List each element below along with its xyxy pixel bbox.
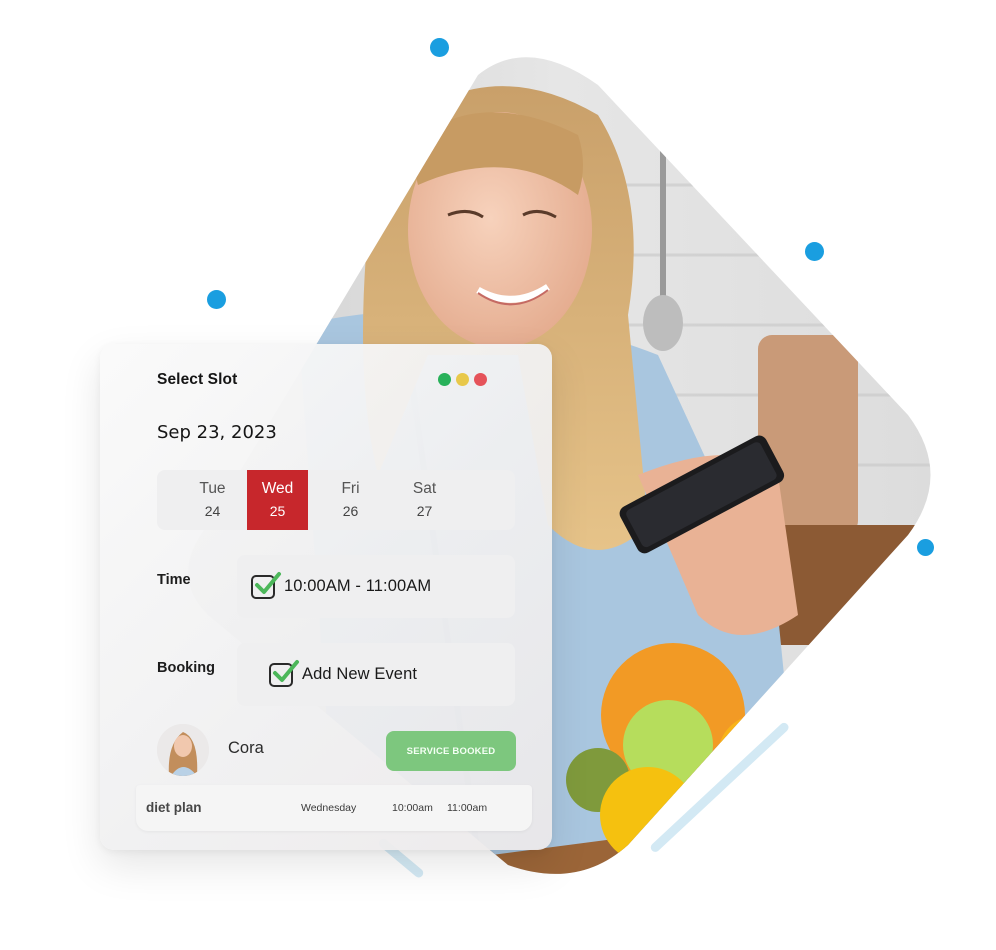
card-title: Select Slot	[157, 371, 238, 388]
booking-value: Add New Event	[302, 665, 418, 683]
user-avatar	[157, 724, 209, 776]
window-controls	[438, 373, 487, 386]
service-booked-button[interactable]: SERVICE BOOKED	[386, 731, 516, 771]
window-dot-red[interactable]	[474, 373, 487, 386]
day-number: 26	[342, 503, 359, 519]
day-option-fri[interactable]: Fri 26	[320, 470, 381, 530]
window-dot-yellow[interactable]	[456, 373, 469, 386]
time-checkbox[interactable]	[251, 571, 281, 599]
checkmark-icon	[273, 659, 299, 682]
day-picker: Tue 24 Wed 25 Fri 26 Sat 27	[157, 470, 515, 530]
plan-start-time: 10:00am	[392, 802, 433, 814]
plan-day: Wednesday	[301, 802, 357, 814]
day-name: Tue	[199, 480, 226, 497]
user-name: Cora	[228, 739, 264, 757]
day-name: Fri	[341, 480, 360, 497]
booking-checkbox[interactable]	[269, 659, 299, 687]
hero-illustration: Select Slot Sep 23, 2023 Tue 24 Wed 25 F…	[0, 0, 996, 950]
booking-label: Booking	[157, 660, 215, 676]
day-number: 27	[416, 503, 433, 519]
day-option-tue[interactable]: Tue 24	[182, 470, 243, 530]
time-field[interactable]: 10:00AM - 11:00AM	[237, 555, 515, 618]
day-option-sat[interactable]: Sat 27	[394, 470, 455, 530]
day-option-wed[interactable]: Wed 25	[247, 470, 308, 530]
day-name: Wed	[261, 480, 294, 497]
window-dot-green[interactable]	[438, 373, 451, 386]
day-number: 24	[204, 503, 221, 519]
plan-row[interactable]: diet plan Wednesday 10:00am 11:00am	[136, 785, 532, 831]
day-number: 25	[269, 503, 286, 519]
user-avatar-image	[157, 724, 209, 776]
day-name: Sat	[412, 480, 437, 497]
selected-date: Sep 23, 2023	[157, 422, 277, 443]
checkmark-icon	[255, 571, 281, 594]
select-slot-card: Select Slot Sep 23, 2023 Tue 24 Wed 25 F…	[100, 344, 552, 850]
booking-field[interactable]: Add New Event	[237, 643, 515, 706]
time-label: Time	[157, 572, 191, 588]
plan-name: diet plan	[146, 800, 202, 815]
time-value: 10:00AM - 11:00AM	[284, 577, 432, 595]
plan-end-time: 11:00am	[447, 802, 488, 814]
